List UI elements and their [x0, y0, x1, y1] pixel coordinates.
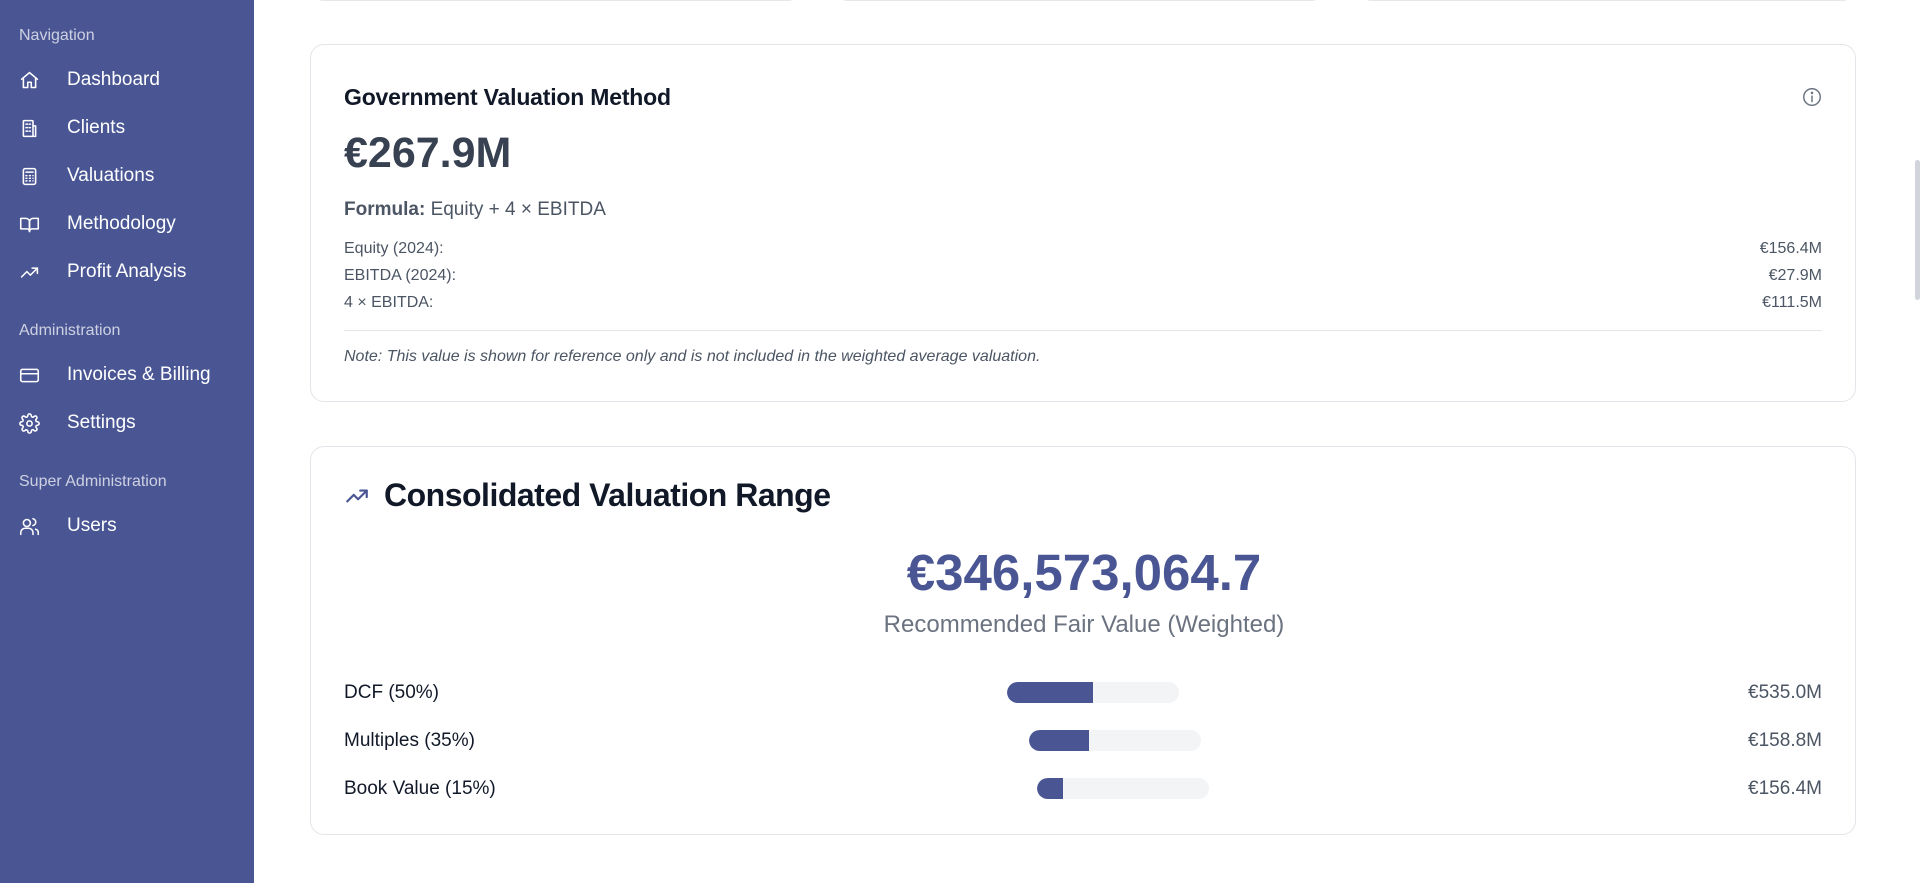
users-icon	[19, 516, 40, 537]
sidebar-item-label: Dashboard	[67, 69, 160, 90]
row-value: €156.4M	[1759, 240, 1822, 257]
sidebar-item-valuations[interactable]: Valuations	[0, 156, 254, 196]
method-value-book-value: €156.4M	[1748, 778, 1822, 799]
method-bar-fill	[1037, 778, 1063, 799]
card-title: Consolidated Valuation Range	[384, 477, 831, 513]
card-title: Government Valuation Method	[344, 84, 671, 110]
row-label: Equity (2024):	[344, 240, 444, 257]
sidebar-item-label: Clients	[67, 117, 126, 138]
breakdown-row: EBITDA (2024): €27.9M	[344, 267, 1822, 285]
divider	[344, 330, 1822, 331]
sidebar-item-label: Settings	[67, 412, 136, 433]
fair-value: €346,573,064.7	[906, 544, 1262, 601]
formula-label: Formula:	[344, 199, 426, 220]
scrollbar[interactable]	[1915, 160, 1920, 300]
breakdown-row: 4 × EBITDA: €111.5M	[344, 294, 1822, 312]
government-valuation-card: Government Valuation Method €267.9M Form…	[310, 44, 1856, 402]
sidebar-item-dashboard[interactable]: Dashboard	[0, 60, 254, 100]
method-bar-track	[1007, 682, 1179, 703]
formula-expression: Equity + 4 × EBITDA	[430, 199, 606, 220]
breakdown-row: Equity (2024): €156.4M	[344, 240, 1822, 258]
method-label-multiples: Multiples (35%)	[344, 730, 475, 751]
info-icon[interactable]	[1801, 86, 1823, 108]
method-label-dcf: DCF (50%)	[344, 682, 440, 703]
method-value-dcf: €535.0M	[1748, 682, 1822, 703]
sidebar-item-settings[interactable]: Settings	[0, 403, 254, 443]
sidebar-item-invoices-billing[interactable]: Invoices & Billing	[0, 355, 254, 395]
sidebar-item-label: Invoices & Billing	[67, 364, 211, 385]
row-label: 4 × EBITDA:	[344, 294, 434, 311]
book-icon	[19, 214, 40, 235]
method-label-book-value: Book Value (15%)	[344, 778, 496, 799]
reference-note: Note: This value is shown for reference …	[344, 348, 1041, 365]
trending-up-icon	[344, 483, 370, 509]
sidebar-item-label: Methodology	[67, 213, 176, 234]
sidebar-item-clients[interactable]: Clients	[0, 108, 254, 148]
method-bar-fill	[1007, 682, 1093, 703]
building-icon	[19, 118, 40, 139]
consolidated-valuation-card: Consolidated Valuation Range €346,573,06…	[310, 446, 1856, 835]
sidebar-item-label: Profit Analysis	[67, 261, 187, 282]
sidebar: Navigation Dashboard Clients Valuations …	[0, 0, 254, 883]
row-value: €111.5M	[1762, 294, 1822, 311]
government-value: €267.9M	[344, 129, 512, 177]
sidebar-item-label: Users	[67, 515, 117, 536]
row-label: EBITDA (2024):	[344, 267, 457, 284]
section-label-navigation: Navigation	[19, 27, 95, 44]
method-bar-track	[1037, 778, 1209, 799]
row-value: €27.9M	[1768, 267, 1822, 284]
card-stub	[314, 0, 797, 1]
home-icon	[19, 70, 40, 91]
section-label-administration: Administration	[19, 322, 121, 339]
method-bar-track	[1029, 730, 1201, 751]
main-content: Government Valuation Method €267.9M Form…	[254, 0, 1920, 883]
credit-card-icon	[19, 365, 40, 386]
fair-value-label: Recommended Fair Value (Weighted)	[883, 611, 1285, 638]
sidebar-item-users[interactable]: Users	[0, 506, 254, 546]
section-label-super-administration: Super Administration	[19, 473, 167, 490]
sidebar-item-label: Valuations	[67, 165, 155, 186]
calculator-icon	[19, 166, 40, 187]
method-value-multiples: €158.8M	[1748, 730, 1822, 751]
gear-icon	[19, 413, 40, 434]
card-stub	[838, 0, 1321, 1]
trending-up-icon	[19, 262, 40, 283]
method-bar-fill	[1029, 730, 1090, 751]
card-stub	[1362, 0, 1852, 1]
sidebar-item-profit-analysis[interactable]: Profit Analysis	[0, 252, 254, 292]
formula-text: Formula: Equity + 4 × EBITDA	[344, 199, 606, 221]
sidebar-item-methodology[interactable]: Methodology	[0, 204, 254, 244]
